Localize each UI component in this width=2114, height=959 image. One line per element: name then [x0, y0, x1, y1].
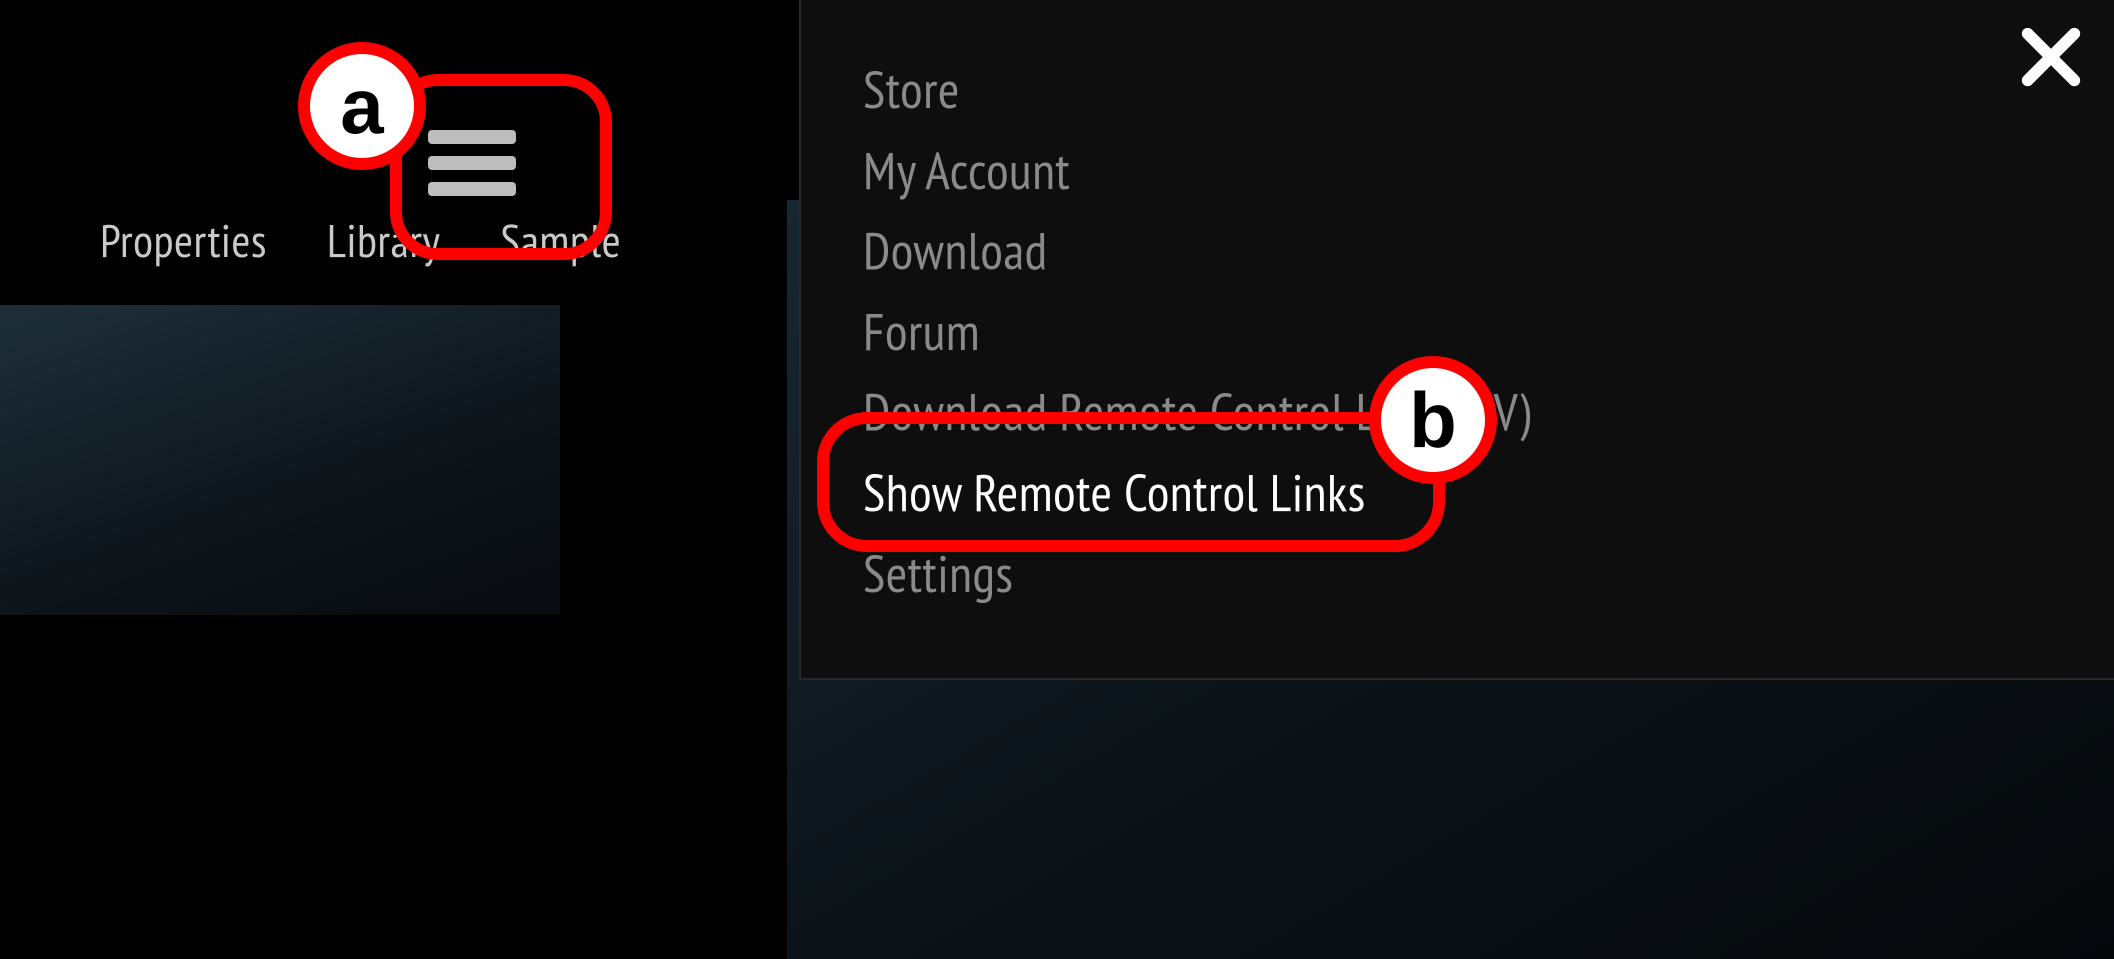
- close-icon: [2016, 22, 2086, 92]
- menu-item-forum[interactable]: Forum: [863, 292, 1531, 373]
- menu-item-my-account[interactable]: My Account: [863, 131, 1531, 212]
- annotation-a-label: a: [298, 42, 426, 170]
- hamburger-icon: [428, 182, 516, 196]
- menu-item-store[interactable]: Store: [863, 50, 1531, 131]
- tab-sample[interactable]: Sample: [500, 210, 621, 270]
- tabs-row: Properties Library Sample: [100, 210, 621, 270]
- menu-item-download[interactable]: Download: [863, 211, 1531, 292]
- hamburger-icon: [428, 130, 516, 144]
- right-screenshot: Store My Account Download Forum Download…: [787, 0, 2114, 959]
- menu-item-download-remote-csv[interactable]: Download Remote Control List (CSV): [863, 372, 1531, 453]
- content-gradient-area: [0, 305, 560, 615]
- menu-item-show-remote-links[interactable]: Show Remote Control Links: [863, 453, 1531, 534]
- tab-library[interactable]: Library: [327, 210, 440, 270]
- hamburger-icon: [428, 156, 516, 170]
- menu-items: Store My Account Download Forum Download…: [863, 50, 1531, 614]
- tab-properties[interactable]: Properties: [100, 210, 267, 270]
- left-screenshot: Properties Library Sample a: [0, 0, 787, 959]
- menu-close-button[interactable]: [2016, 22, 2086, 92]
- menu-item-settings[interactable]: Settings: [863, 534, 1531, 615]
- hamburger-menu-button[interactable]: [428, 130, 516, 196]
- menu-sheet: Store My Account Download Forum Download…: [799, 0, 2114, 680]
